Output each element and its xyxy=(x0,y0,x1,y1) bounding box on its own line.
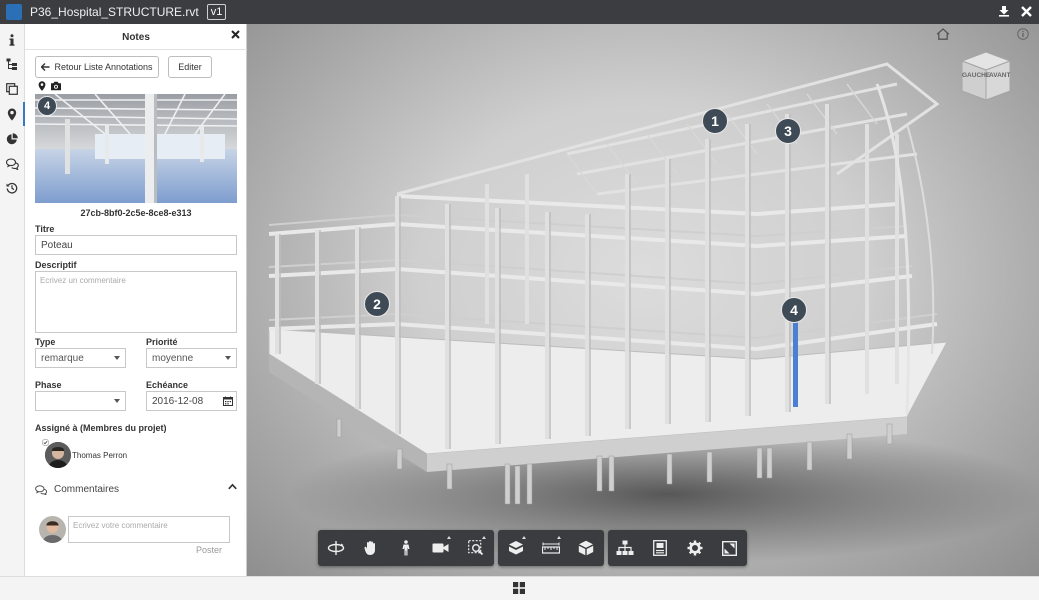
explode-icon[interactable] xyxy=(568,530,603,566)
revit-file-icon xyxy=(6,4,22,20)
camera-icon[interactable] xyxy=(50,81,62,94)
viewcube-front-face[interactable]: AVANT xyxy=(989,72,1010,79)
type-select[interactable]: remarque xyxy=(35,348,126,368)
edit-button[interactable]: Editer xyxy=(168,56,212,78)
camera-icon[interactable] xyxy=(423,530,458,566)
thumbnail-marker-badge: 4 xyxy=(37,96,57,116)
description-textarea[interactable]: Ecrivez un commentaire xyxy=(35,271,237,333)
comment-input[interactable]: Ecrivez votre commentaire xyxy=(68,516,230,543)
bottom-bar xyxy=(0,576,1039,600)
walk-icon[interactable] xyxy=(388,530,423,566)
settings-toolbar xyxy=(608,530,747,566)
title-bar: P36_Hospital_STRUCTURE.rvt v1 xyxy=(0,0,1039,24)
settings-icon[interactable] xyxy=(678,530,713,566)
calendar-icon[interactable] xyxy=(223,396,233,406)
comments-icon[interactable] xyxy=(4,156,20,172)
model-tools-toolbar xyxy=(498,530,604,566)
back-to-annotations-button[interactable]: Retour Liste Annotations xyxy=(35,56,159,78)
phase-label: Phase xyxy=(35,380,62,390)
structure-tree-icon[interactable] xyxy=(608,530,643,566)
interior-render-image xyxy=(35,94,237,203)
location-pin-icon[interactable] xyxy=(4,102,25,126)
note-screenshot-thumbnail[interactable]: 4 xyxy=(35,94,237,203)
priority-value: moyenne xyxy=(152,353,194,364)
section-icon[interactable] xyxy=(498,530,533,566)
history-icon[interactable] xyxy=(4,180,20,196)
fullscreen-icon[interactable] xyxy=(712,530,747,566)
view-cube[interactable]: GAUCHE AVANT xyxy=(958,50,1014,102)
download-icon[interactable] xyxy=(997,4,1011,18)
dropdown-caret-icon xyxy=(114,356,120,360)
notes-header: Notes xyxy=(25,24,247,50)
properties-pie-icon[interactable] xyxy=(4,131,20,147)
info-icon[interactable] xyxy=(4,32,20,48)
title-label: Titre xyxy=(35,224,55,234)
tool-sidebar xyxy=(0,24,25,576)
zoom-window-icon[interactable] xyxy=(458,530,493,566)
due-date-input[interactable]: 2016-12-08 xyxy=(146,391,237,411)
annotation-marker-4[interactable]: 4 xyxy=(781,297,807,323)
grid-view-icon[interactable] xyxy=(513,582,525,597)
edit-button-label: Editer xyxy=(178,62,202,72)
model-tree-icon[interactable] xyxy=(4,56,20,72)
3d-viewer[interactable]: 1 2 3 4 GAUCHE AVANT xyxy=(247,24,1039,576)
title-input[interactable]: Poteau xyxy=(35,235,237,255)
sheets-icon[interactable] xyxy=(4,81,20,97)
annotation-marker-2[interactable]: 2 xyxy=(364,291,390,317)
assigned-check-icon xyxy=(42,439,49,446)
type-value: remarque xyxy=(41,353,84,364)
description-label: Descriptif xyxy=(35,260,77,270)
location-pin-icon[interactable] xyxy=(38,81,46,94)
back-button-label: Retour Liste Annotations xyxy=(54,62,153,72)
home-view-icon[interactable] xyxy=(936,28,950,43)
navigation-toolbar xyxy=(318,530,494,566)
due-date-value: 2016-12-08 xyxy=(152,396,204,407)
post-comment-button[interactable]: Poster xyxy=(196,545,222,555)
close-icon[interactable] xyxy=(1019,4,1033,18)
assigned-label: Assigné à (Membres du projet) xyxy=(35,423,167,433)
properties-icon[interactable] xyxy=(643,530,678,566)
version-badge[interactable]: v1 xyxy=(206,4,227,20)
note-id: 27cb-8bf0-2c5e-8ce8-e313 xyxy=(80,208,192,218)
comments-label: Commentaires xyxy=(54,484,120,495)
panel-title: Notes xyxy=(122,32,150,43)
close-panel-icon[interactable] xyxy=(231,30,243,42)
dropdown-caret-icon xyxy=(114,399,120,403)
current-user-avatar xyxy=(39,516,66,543)
pan-icon[interactable] xyxy=(353,530,388,566)
orbit-icon[interactable] xyxy=(318,530,353,566)
phase-select[interactable] xyxy=(35,391,126,411)
notes-panel: Notes Retour Liste Annotations Editer 4 … xyxy=(25,24,247,576)
viewcube-left-face[interactable]: GAUCHE xyxy=(962,72,990,79)
dropdown-caret-icon xyxy=(225,356,231,360)
priority-select[interactable]: moyenne xyxy=(146,348,237,368)
measure-icon[interactable] xyxy=(533,530,568,566)
priority-label: Priorité xyxy=(146,337,178,347)
info-icon[interactable] xyxy=(1017,28,1029,43)
comments-icon xyxy=(35,485,48,498)
arrow-left-icon xyxy=(41,63,50,71)
annotation-marker-3[interactable]: 3 xyxy=(775,118,801,144)
due-date-label: Echéance xyxy=(146,380,189,390)
annotation-marker-1[interactable]: 1 xyxy=(702,108,728,134)
type-label: Type xyxy=(35,337,56,347)
collapse-comments-icon[interactable] xyxy=(228,482,237,493)
assignee-name: Thomas Perron xyxy=(72,451,128,460)
file-name: P36_Hospital_STRUCTURE.rvt xyxy=(30,5,199,19)
